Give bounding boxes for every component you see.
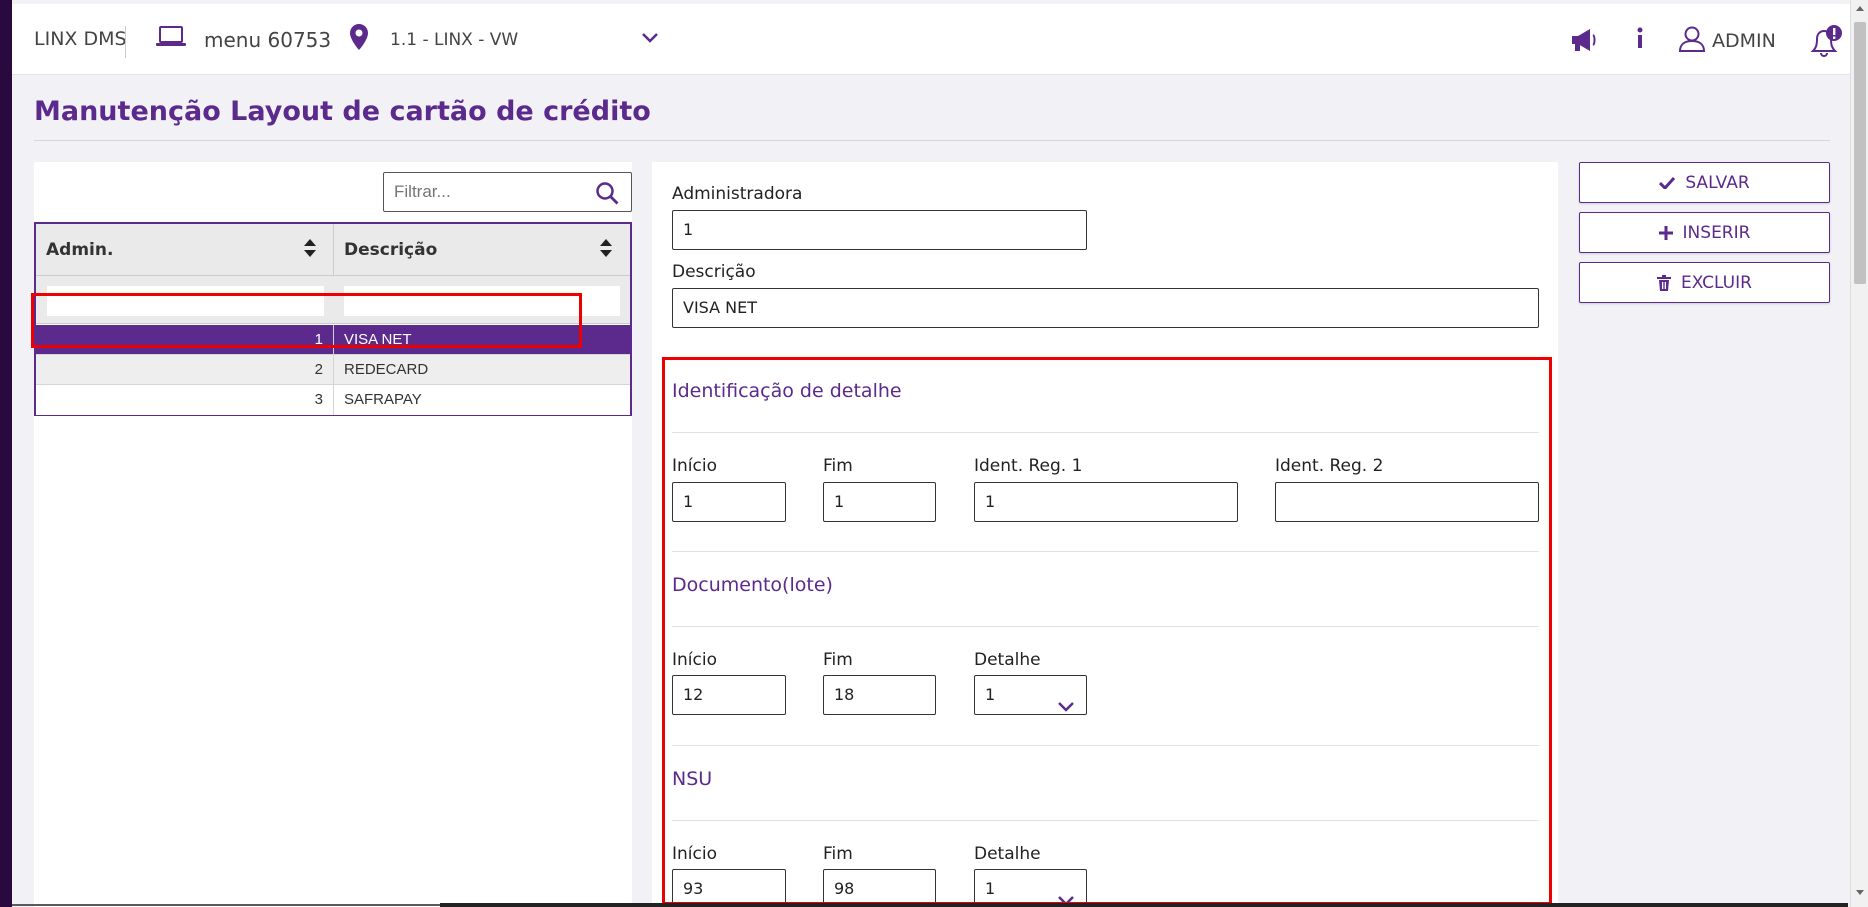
delete-button[interactable]: EXCLUIR (1579, 262, 1830, 303)
sort-icon[interactable] (303, 238, 317, 263)
map-pin-icon (350, 24, 368, 55)
menu-selector[interactable]: menu 60753 (156, 26, 331, 53)
search-icon[interactable] (595, 181, 619, 209)
trash-icon (1657, 274, 1672, 291)
top-bar: LINX DMS menu 60753 1.1 - LINX - VW ADMI… (12, 4, 1850, 75)
highlight-annotation (31, 293, 582, 348)
descricao-label: Descrição (672, 262, 756, 282)
laptop-icon (156, 26, 186, 53)
insert-label: INSERIR (1682, 222, 1751, 243)
save-button[interactable]: SALVAR (1579, 162, 1830, 203)
grid-header: Admin. Descrição (36, 224, 630, 276)
column-header-admin[interactable]: Admin. (36, 224, 334, 276)
insert-button[interactable]: INSERIR (1579, 212, 1830, 253)
bell-icon[interactable] (1809, 24, 1843, 62)
descricao-cell: SAFRAPAY (344, 391, 422, 408)
menu-label: menu 60753 (204, 27, 332, 52)
user-icon[interactable] (1678, 26, 1706, 56)
scroll-up-icon[interactable] (1856, 6, 1864, 11)
admin-cell: 2 (36, 355, 334, 385)
save-label: SALVAR (1685, 172, 1750, 193)
delete-label: EXCLUIR (1681, 272, 1752, 293)
title-divider (34, 140, 1830, 141)
scroll-down-icon[interactable] (1856, 890, 1864, 895)
bottom-edge-bar (440, 903, 1848, 907)
chevron-down-icon[interactable] (642, 28, 658, 47)
table-row[interactable]: 3 SAFRAPAY (36, 385, 630, 415)
descricao-cell: REDECARD (344, 361, 429, 378)
filter-field[interactable] (383, 172, 632, 212)
info-icon[interactable] (1635, 26, 1645, 54)
highlight-annotation (662, 357, 1552, 905)
filter-input[interactable] (394, 181, 584, 203)
administradora-label: Administradora (672, 184, 803, 204)
bottom-edge-line (12, 904, 440, 906)
descricao-field[interactable]: VISA NET (672, 288, 1539, 328)
sort-icon[interactable] (599, 238, 613, 263)
administradora-field[interactable]: 1 (672, 210, 1087, 250)
table-row[interactable]: 2 REDECARD (36, 355, 630, 385)
location-selector[interactable]: 1.1 - LINX - VW (350, 24, 518, 55)
admin-cell: 3 (36, 385, 334, 415)
location-label: 1.1 - LINX - VW (390, 29, 519, 50)
plus-icon (1658, 225, 1673, 240)
brand-label: LINX DMS (34, 28, 127, 50)
check-icon (1659, 176, 1676, 189)
scrollbar-thumb[interactable] (1854, 22, 1866, 284)
megaphone-icon[interactable] (1570, 28, 1598, 56)
column-header-descricao[interactable]: Descrição (334, 224, 630, 276)
brand-divider (125, 26, 126, 58)
left-edge-strip (0, 0, 12, 907)
user-name[interactable]: ADMIN (1712, 30, 1776, 52)
vertical-scrollbar[interactable] (1850, 0, 1868, 907)
page-title: Manutenção Layout de cartão de crédito (34, 96, 651, 127)
